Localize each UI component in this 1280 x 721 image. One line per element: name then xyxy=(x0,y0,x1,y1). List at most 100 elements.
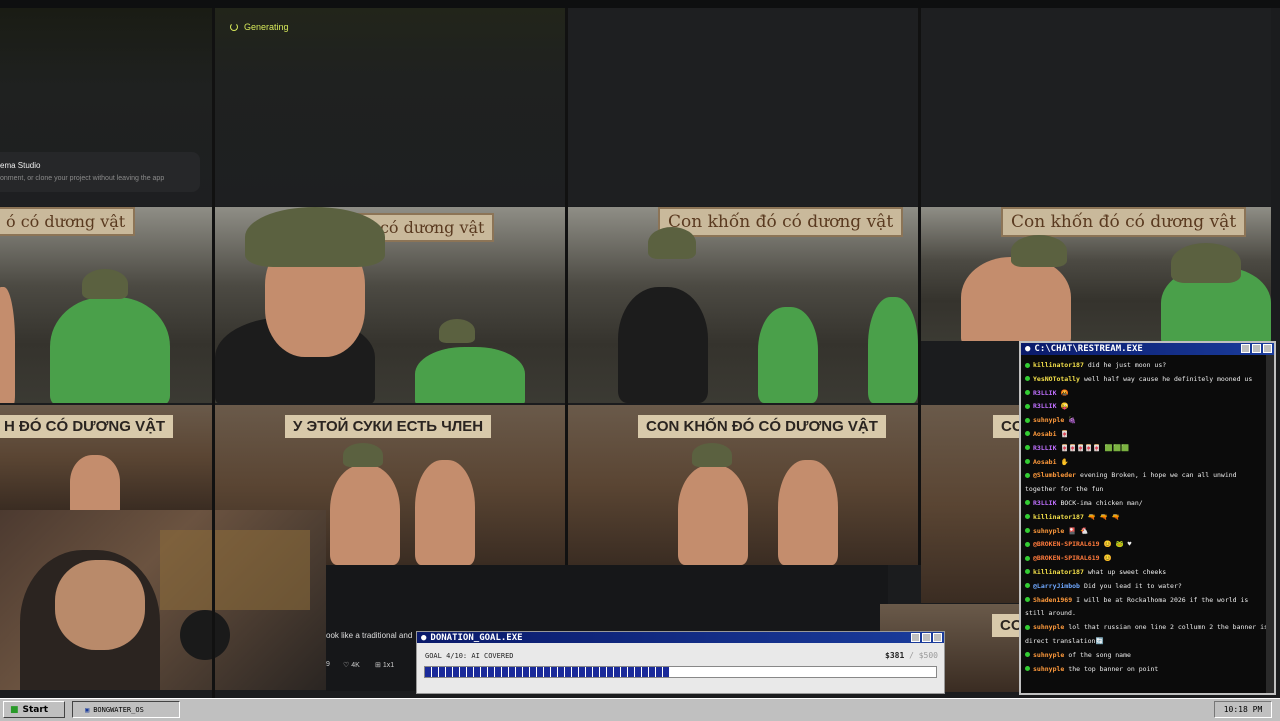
chat-username[interactable]: suhnyple xyxy=(1033,416,1064,424)
platform-icon xyxy=(1025,583,1030,589)
generating-label: Generating xyxy=(244,22,289,32)
chat-message: @LarryJimbob Did you lead it to water? xyxy=(1025,580,1270,594)
generated-image[interactable]: Con khốn đó có dương vật xyxy=(921,207,1271,341)
microphone xyxy=(180,610,230,660)
taskbar-item-bongwater[interactable]: ▣ BONGWATER_OS xyxy=(72,701,180,718)
chat-username[interactable]: suhnyple xyxy=(1033,527,1064,535)
chat-text: did he just moon us? xyxy=(1087,361,1167,369)
maximize-icon[interactable] xyxy=(922,633,931,642)
donation-titlebar[interactable]: ● DONATION_GOAL.EXE xyxy=(417,632,944,643)
chat-username[interactable]: killinator187 xyxy=(1033,361,1084,369)
chat-messages[interactable]: killinator187 did he just moon us? YesNOTo… xyxy=(1021,355,1274,680)
empty-panel xyxy=(921,8,1271,206)
chat-username[interactable]: killinator187 xyxy=(1033,513,1084,521)
chat-username[interactable]: R3LLIK xyxy=(1033,444,1056,452)
window-controls xyxy=(911,633,942,642)
studio-notice[interactable]: ema Studio onment, or clone your project… xyxy=(0,152,200,192)
chat-username[interactable]: suhnyple xyxy=(1033,665,1064,673)
chat-message: suhnyple the top banner on point xyxy=(1025,663,1270,677)
platform-icon xyxy=(1025,459,1030,465)
chat-message: @Slumbleder evening Broken, i hope we can… xyxy=(1025,469,1270,497)
chat-username[interactable]: suhnyple xyxy=(1033,623,1064,631)
amount-raised: $381 xyxy=(885,651,905,660)
chat-username[interactable]: R3LLIK xyxy=(1033,499,1056,507)
platform-icon xyxy=(1025,555,1030,561)
generated-image[interactable]: CON xyxy=(921,405,1019,603)
close-icon[interactable] xyxy=(933,633,942,642)
figure xyxy=(961,257,1071,341)
chat-text: the top banner on point xyxy=(1068,664,1159,673)
helmet xyxy=(1011,235,1067,267)
generated-image[interactable]: CON KHỐN ĐÓ CÓ DƯƠNG VẬT xyxy=(568,405,918,565)
chat-message: R3LLIK 🤬 xyxy=(1025,387,1270,401)
chat-window[interactable]: ● C:\CHAT\RESTREAM.EXE killinator187 did … xyxy=(1019,341,1276,695)
helmet xyxy=(439,319,475,343)
platform-icon xyxy=(1025,624,1030,630)
figure xyxy=(678,465,748,565)
chat-message: R3LLIK BOCK-ima chicken man/ xyxy=(1025,497,1270,511)
chat-username[interactable]: Shaden1969 xyxy=(1033,596,1072,604)
chat-text: Did you lead it to water? xyxy=(1083,581,1182,590)
generated-image[interactable]: đó có dương vật xyxy=(215,207,565,403)
donation-title: DONATION_GOAL.EXE xyxy=(430,632,523,643)
image-sign: Con khốn đó có dương vật xyxy=(658,207,904,237)
platform-icon xyxy=(1025,652,1030,658)
chat-username[interactable]: suhnyple xyxy=(1033,651,1064,659)
donation-window: ● DONATION_GOAL.EXE GOAL 4/10: AI COVERE… xyxy=(416,631,945,694)
platform-icon xyxy=(1025,514,1030,520)
generated-image[interactable]: Н ĐÓ CÓ DƯƠNG VẬT xyxy=(0,405,212,510)
minimize-icon[interactable] xyxy=(1241,344,1250,353)
background-poster xyxy=(160,530,310,610)
window-icon: ▣ xyxy=(85,705,90,714)
start-button[interactable]: ■ Start xyxy=(3,701,65,718)
helmet xyxy=(82,269,128,299)
aspect-chip[interactable]: ⊞ 1x1 xyxy=(375,661,394,669)
chat-text: 🀄🀄🀄🀄🀄 🟩🟩🟩 xyxy=(1060,443,1130,452)
chat-username[interactable]: killinator187 xyxy=(1033,568,1084,576)
chat-username[interactable]: @Slumbleder xyxy=(1033,471,1076,479)
generated-image[interactable]: ó có dương vật xyxy=(0,207,212,403)
chat-username[interactable]: YesNOTotally xyxy=(1033,375,1080,383)
empty-panel xyxy=(568,8,918,206)
chat-text: 🤬 xyxy=(1060,388,1069,397)
chat-scrollbar[interactable] xyxy=(1266,355,1274,693)
chat-username[interactable]: Aosabi xyxy=(1033,430,1056,438)
figure xyxy=(415,460,475,565)
image-count[interactable]: 9 xyxy=(326,661,330,668)
generating-panel xyxy=(215,8,565,206)
chat-message: @BROKEN-SPIRAL619 😊 xyxy=(1025,552,1270,566)
chat-title: C:\CHAT\RESTREAM.EXE xyxy=(1034,344,1143,354)
webcam-feed xyxy=(0,510,326,690)
chat-message: suhnyple lol that russian one line 2 coll… xyxy=(1025,621,1270,649)
chat-username[interactable]: R3LLIK xyxy=(1033,389,1056,397)
platform-icon xyxy=(1025,472,1030,478)
minimize-icon[interactable] xyxy=(911,633,920,642)
platform-icon xyxy=(1025,445,1030,451)
chat-text: ✋ xyxy=(1060,457,1069,466)
chat-username[interactable]: R3LLIK xyxy=(1033,402,1056,410)
chat-username[interactable]: @LarryJimbob xyxy=(1033,582,1080,590)
system-clock: 10:18 PM xyxy=(1214,701,1272,718)
image-sign: Con khốn đó có dương vật xyxy=(1001,207,1247,237)
figure xyxy=(778,460,838,565)
prompt-text[interactable]: ook like a traditional and xyxy=(326,631,412,640)
platform-icon xyxy=(1025,666,1030,672)
chat-message: killinator187 🔫 🔫 🔫 xyxy=(1025,511,1270,525)
close-icon[interactable] xyxy=(1263,344,1272,353)
chat-titlebar[interactable]: ● C:\CHAT\RESTREAM.EXE xyxy=(1021,343,1274,355)
resolution-chip[interactable]: ♡ 4K xyxy=(343,661,360,669)
goal-amount: $381 / $500 xyxy=(885,651,938,660)
generated-image[interactable]: Con khốn đó có dương vật xyxy=(568,207,918,403)
chat-message: killinator187 what up sweet cheeks xyxy=(1025,566,1270,580)
start-frog-icon: ■ xyxy=(10,704,19,715)
chat-username[interactable]: @BROKEN-SPIRAL619 xyxy=(1033,554,1100,562)
figure xyxy=(0,287,15,403)
chat-username[interactable]: @BROKEN-SPIRAL619 xyxy=(1033,540,1100,548)
maximize-icon[interactable] xyxy=(1252,344,1261,353)
chat-username[interactable]: Aosabi xyxy=(1033,458,1056,466)
goal-progress-bar xyxy=(424,666,937,678)
chat-text: of the song name xyxy=(1068,650,1131,659)
figure xyxy=(868,297,918,403)
studio-title: ema Studio xyxy=(0,161,41,170)
column-divider xyxy=(918,8,921,565)
